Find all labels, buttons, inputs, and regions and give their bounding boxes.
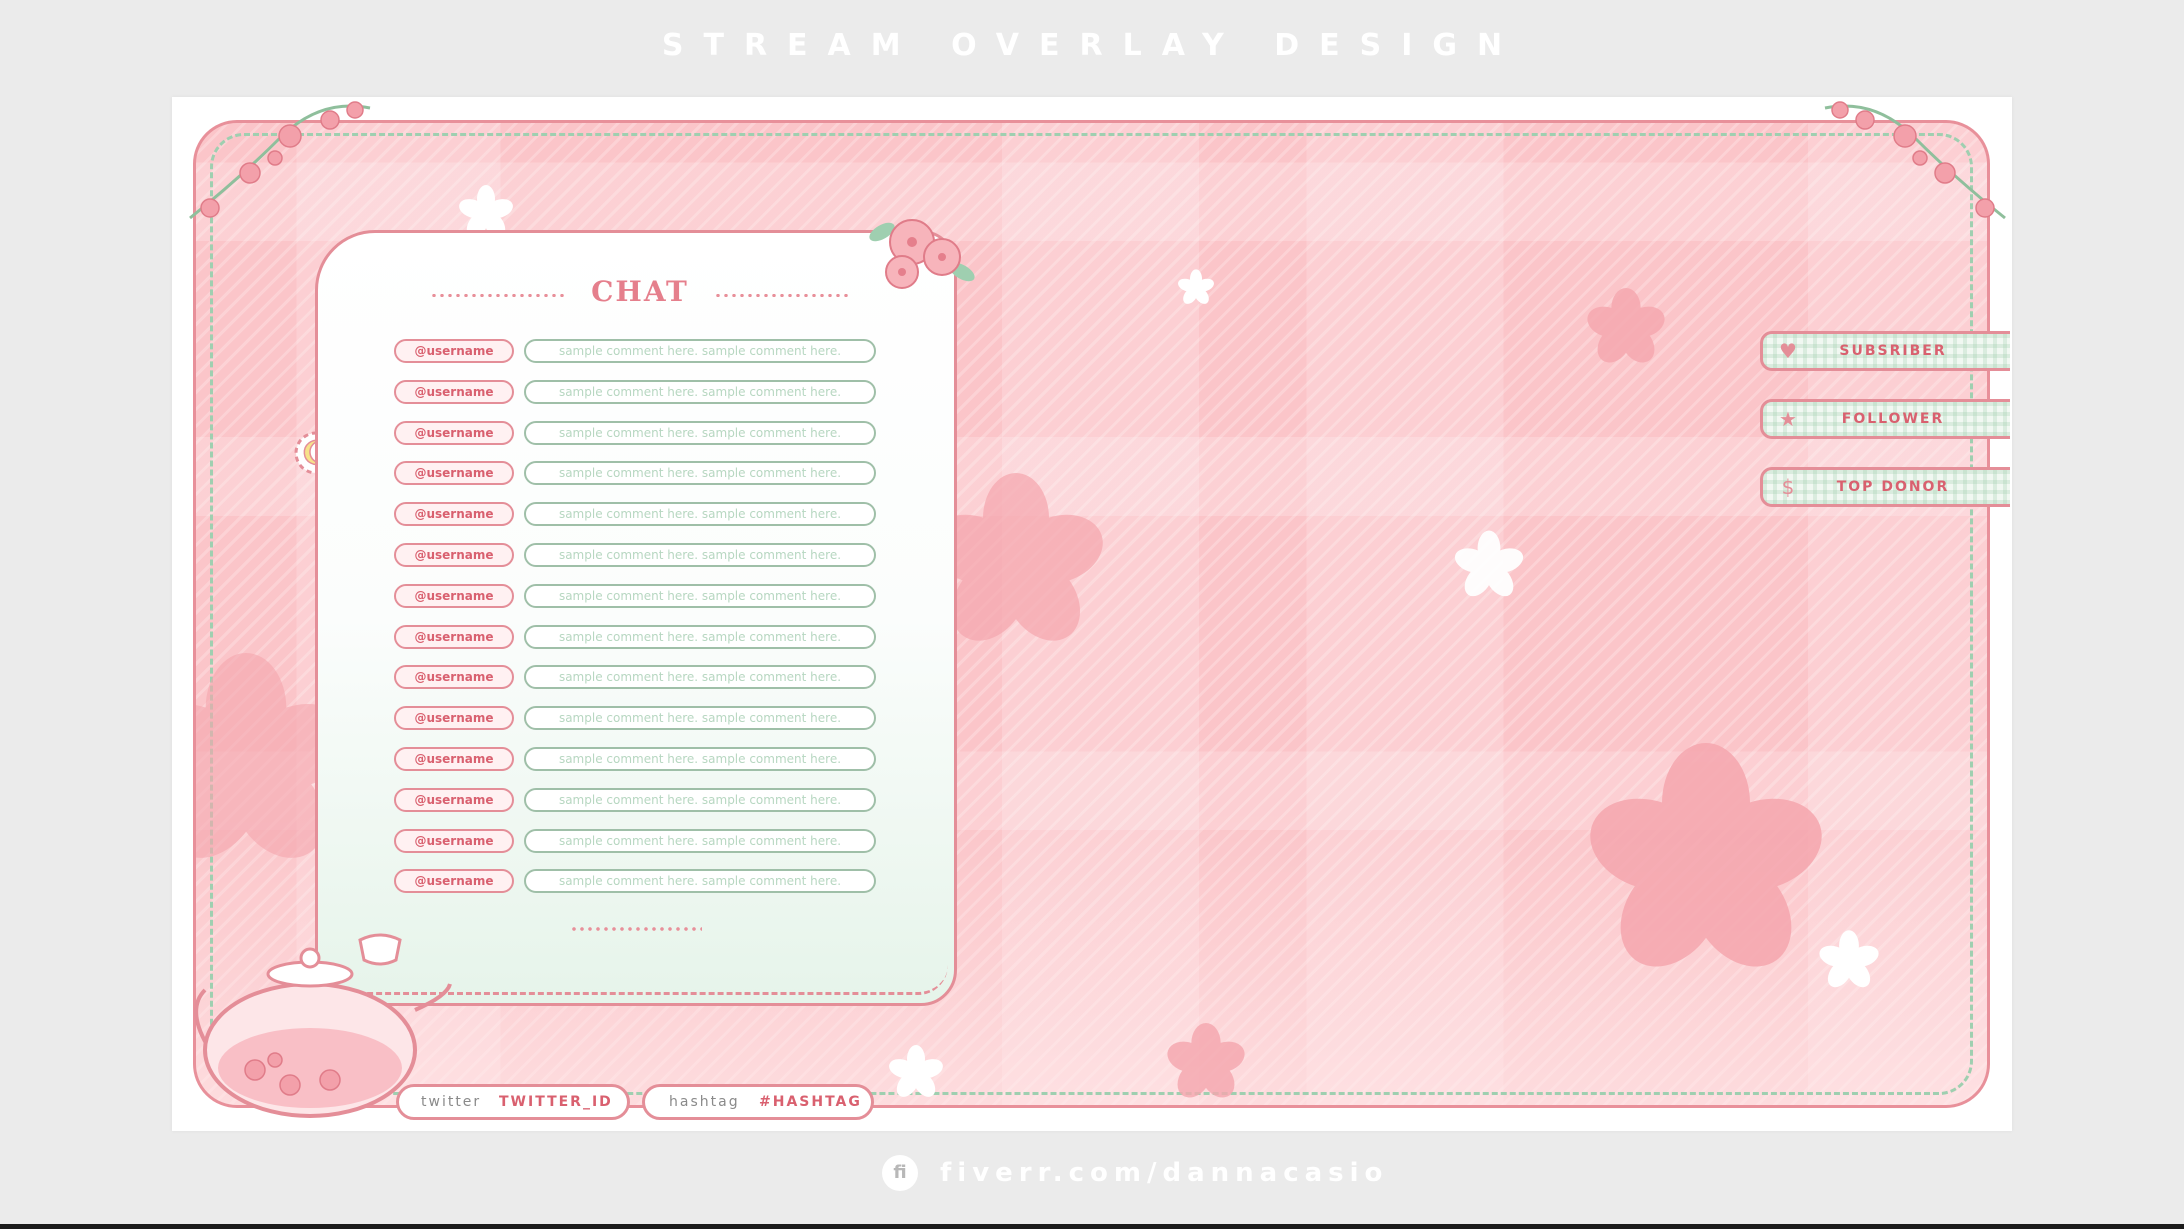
chat-comment: sample comment here. sample comment here… bbox=[524, 380, 876, 404]
chat-username: @username bbox=[394, 543, 514, 567]
sakura-flower-large-icon bbox=[1590, 743, 1822, 967]
chat-comment: sample comment here. sample comment here… bbox=[524, 543, 876, 567]
white-flower-icon bbox=[1454, 530, 1524, 597]
chat-title-dots-left bbox=[430, 294, 566, 297]
chat-message-row: @username sample comment here. sample com… bbox=[394, 625, 894, 649]
chat-username: @username bbox=[394, 584, 514, 608]
chat-title-dots-right bbox=[714, 294, 850, 297]
chat-username: @username bbox=[394, 421, 514, 445]
chat-comment: sample comment here. sample comment here… bbox=[524, 421, 876, 445]
chat-title: CHAT bbox=[430, 272, 850, 312]
sakura-flower-bottom-icon bbox=[1167, 1023, 1245, 1098]
chat-message-row: @username sample comment here. sample com… bbox=[394, 706, 894, 730]
chat-comment: sample comment here. sample comment here… bbox=[524, 502, 876, 526]
top-donor-alert: $ TOP DONOR bbox=[1760, 467, 2010, 507]
twitter-social-tag: twitter TWITTER_ID bbox=[396, 1084, 630, 1120]
twitter-label: twitter bbox=[421, 1094, 482, 1110]
chat-username: @username bbox=[394, 706, 514, 730]
chat-username: @username bbox=[394, 665, 514, 689]
subscriber-alert-label: SUBSRIBER bbox=[1839, 343, 1947, 359]
chat-message-row: @username sample comment here. sample com… bbox=[394, 380, 894, 404]
white-flower-icon bbox=[1819, 930, 1879, 988]
chat-message-row: @username sample comment here. sample com… bbox=[394, 584, 894, 608]
follower-alert: ★ FOLLOWER bbox=[1760, 399, 2010, 439]
fiverr-logo-icon: fi bbox=[882, 1155, 918, 1191]
chat-message-row: @username sample comment here. sample com… bbox=[394, 339, 894, 363]
chat-message-row: @username sample comment here. sample com… bbox=[394, 869, 894, 893]
flower-bouquet-icon bbox=[869, 219, 975, 289]
chat-comment: sample comment here. sample comment here… bbox=[524, 747, 876, 771]
chat-message-row: @username sample comment here. sample com… bbox=[394, 502, 894, 526]
chat-comment: sample comment here. sample comment here… bbox=[524, 339, 876, 363]
cherry-blossom-branch-icon bbox=[189, 101, 371, 220]
chat-comment: sample comment here. sample comment here… bbox=[524, 706, 876, 730]
hashtag-value: #HASHTAG bbox=[759, 1094, 862, 1110]
chat-message-row: @username sample comment here. sample com… bbox=[394, 829, 894, 853]
chat-comment: sample comment here. sample comment here… bbox=[524, 788, 876, 812]
twitter-id: TWITTER_ID bbox=[499, 1094, 613, 1110]
chat-message-row: @username sample comment here. sample com… bbox=[394, 747, 894, 771]
chat-message-row: @username sample comment here. sample com… bbox=[394, 788, 894, 812]
chat-username: @username bbox=[394, 502, 514, 526]
star-icon: ★ bbox=[1779, 407, 1797, 431]
white-flower-icon bbox=[1178, 269, 1214, 304]
chat-comment: sample comment here. sample comment here… bbox=[524, 869, 876, 893]
chat-message-row: @username sample comment here. sample com… bbox=[394, 461, 894, 485]
fiverr-url-link[interactable]: fiverr.com/dannacasio bbox=[940, 1155, 1388, 1191]
cherry-blossom-branch-icon bbox=[1824, 101, 2006, 220]
chat-username: @username bbox=[394, 788, 514, 812]
chat-message-row: @username sample comment here. sample com… bbox=[394, 421, 894, 445]
dollar-icon: $ bbox=[1781, 475, 1795, 499]
page-title: STREAM OVERLAY DESIGN bbox=[661, 28, 1523, 63]
chat-username: @username bbox=[394, 461, 514, 485]
chat-username: @username bbox=[394, 869, 514, 893]
top-donor-alert-label: TOP DONOR bbox=[1836, 479, 1950, 495]
chat-username: @username bbox=[394, 625, 514, 649]
chat-title-label: CHAT bbox=[591, 275, 689, 308]
heart-icon: ♥ bbox=[1779, 339, 1797, 363]
chat-comment: sample comment here. sample comment here… bbox=[524, 584, 876, 608]
footer-credit: fi fiverr.com/dannacasio bbox=[878, 1155, 1382, 1193]
chat-comment: sample comment here. sample comment here… bbox=[524, 461, 876, 485]
chat-message-row: @username sample comment here. sample com… bbox=[394, 665, 894, 689]
chat-comment: sample comment here. sample comment here… bbox=[524, 829, 876, 853]
chat-footer-dots bbox=[570, 927, 702, 931]
follower-alert-label: FOLLOWER bbox=[1841, 411, 1945, 427]
chat-username: @username bbox=[394, 380, 514, 404]
chat-comment: sample comment here. sample comment here… bbox=[524, 625, 876, 649]
subscriber-alert: ♥ SUBSRIBER bbox=[1760, 331, 2010, 371]
chat-message-row: @username sample comment here. sample com… bbox=[394, 543, 894, 567]
hashtag-social-tag: hashtag #HASHTAG bbox=[642, 1084, 874, 1120]
chat-username: @username bbox=[394, 747, 514, 771]
sakura-flower-small-icon bbox=[1587, 288, 1665, 363]
chat-username: @username bbox=[394, 339, 514, 363]
bottom-border bbox=[0, 1224, 2184, 1229]
white-flower-icon bbox=[889, 1045, 943, 1097]
hashtag-label: hashtag bbox=[669, 1094, 740, 1110]
chat-comment: sample comment here. sample comment here… bbox=[524, 665, 876, 689]
chat-username: @username bbox=[394, 829, 514, 853]
